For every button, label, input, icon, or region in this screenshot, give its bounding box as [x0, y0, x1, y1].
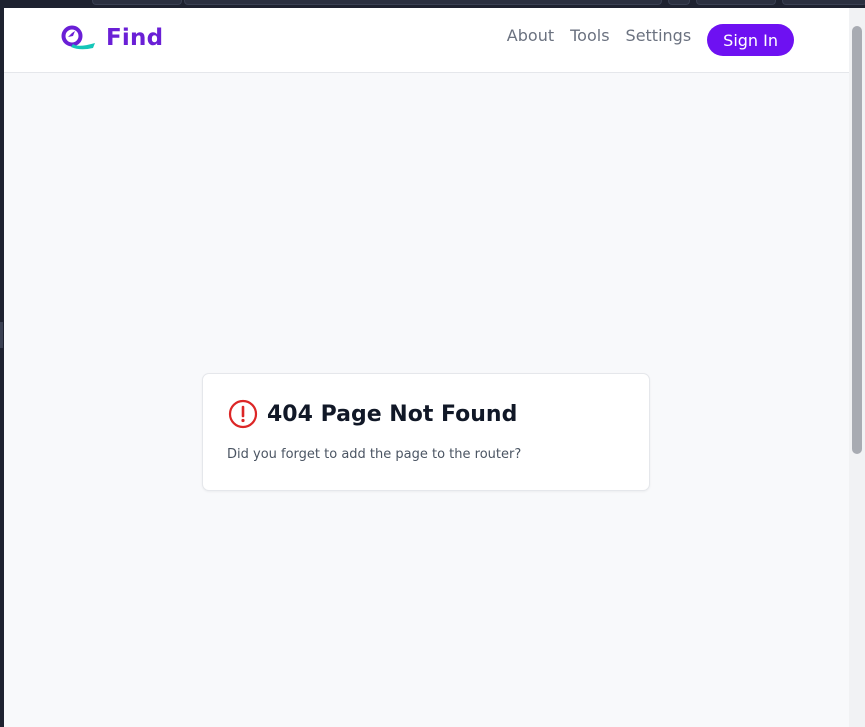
- sign-in-button[interactable]: Sign In: [707, 24, 794, 56]
- nav-link-about[interactable]: About: [507, 26, 554, 45]
- error-card: 404 Page Not Found Did you forget to add…: [202, 373, 650, 491]
- scrollbar-thumb[interactable]: [852, 26, 862, 454]
- alert-circle-icon: [228, 399, 258, 429]
- page-viewport: Find About Tools Settings Sign In 404 Pa…: [4, 8, 849, 727]
- error-heading: 404 Page Not Found: [228, 399, 517, 429]
- vertical-scrollbar[interactable]: [849, 8, 865, 727]
- nav-link-tools[interactable]: Tools: [570, 26, 609, 45]
- browser-toolbar-button[interactable]: [696, 0, 776, 5]
- browser-tab[interactable]: [92, 0, 182, 5]
- browser-address-bar[interactable]: [184, 0, 662, 5]
- window-edge-handle: [0, 322, 3, 348]
- browser-toolbar-button[interactable]: [782, 0, 865, 5]
- nav-link-settings[interactable]: Settings: [626, 26, 692, 45]
- error-message: Did you forget to add the page to the ro…: [227, 447, 522, 462]
- nav-links: About Tools Settings Sign In: [507, 24, 794, 56]
- error-title: 404 Page Not Found: [267, 401, 518, 427]
- browser-top-strip: [0, 0, 865, 8]
- browser-toolbar-button[interactable]: [668, 0, 690, 5]
- brand-name: Find: [106, 25, 164, 51]
- brand-link[interactable]: Find: [60, 24, 163, 52]
- navbar: Find About Tools Settings Sign In: [4, 8, 849, 73]
- magnifier-logo-icon: [61, 25, 95, 50]
